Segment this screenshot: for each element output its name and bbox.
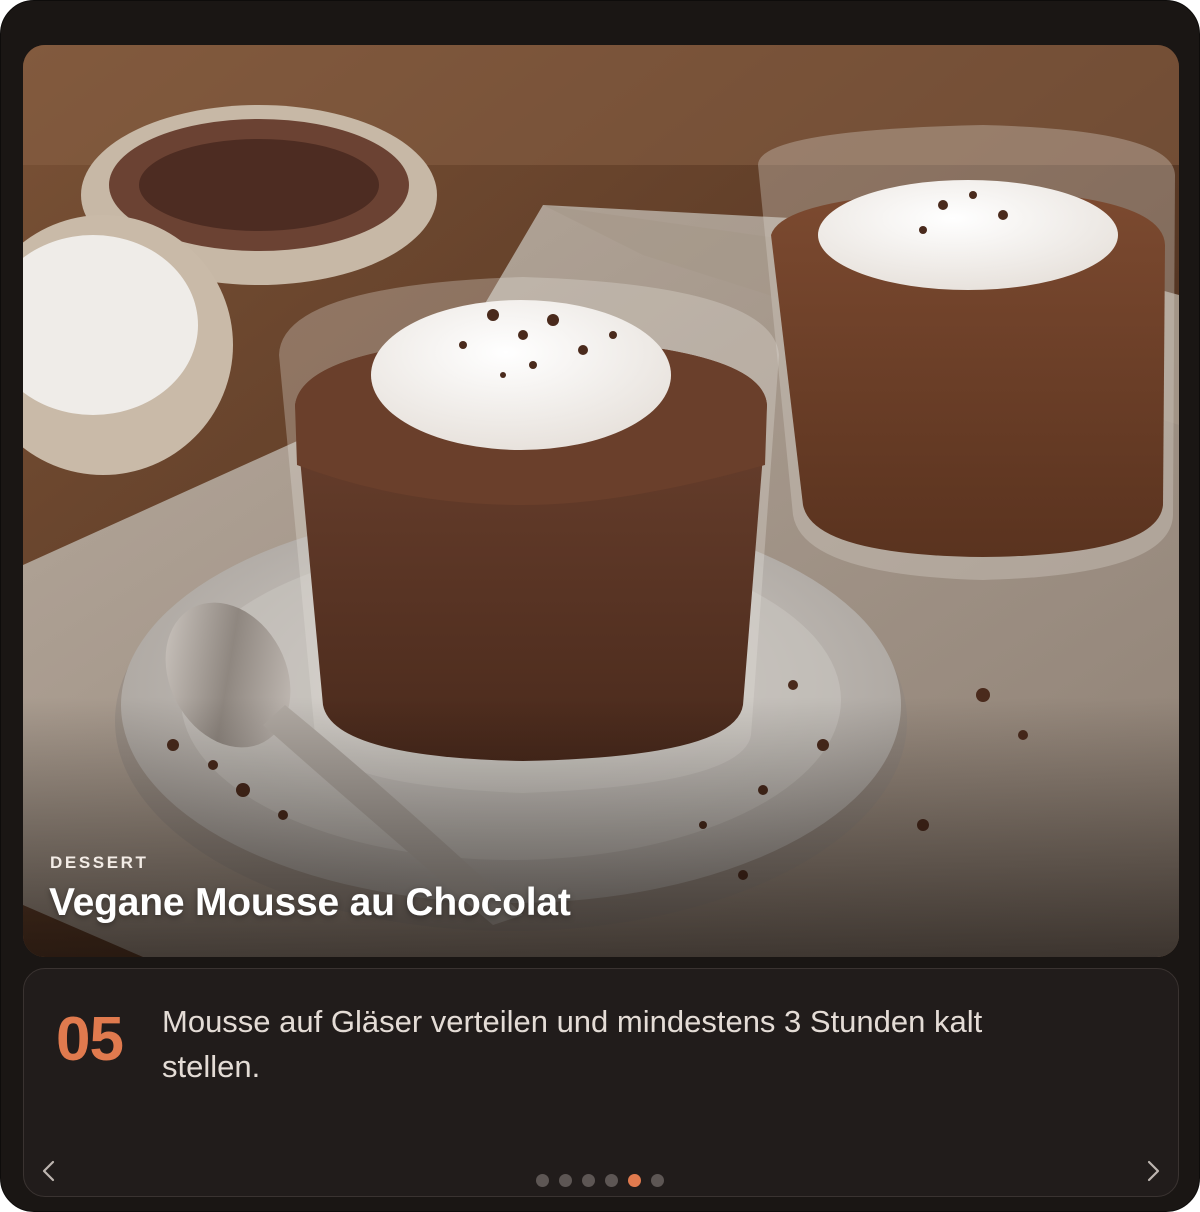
step-pagination xyxy=(536,1174,664,1187)
chevron-left-icon xyxy=(42,1160,55,1182)
next-step-button[interactable] xyxy=(1140,1159,1164,1183)
step-number: 05 xyxy=(56,1005,124,1074)
step-dot-3[interactable] xyxy=(582,1174,595,1187)
step-instruction: Mousse auf Gläser verteilen und mindeste… xyxy=(162,1004,983,1084)
recipe-step-viewer: DESSERT Vegane Mousse au Chocolat 05 Mou… xyxy=(0,0,1200,1212)
step-dot-4[interactable] xyxy=(605,1174,618,1187)
step-dot-1[interactable] xyxy=(536,1174,549,1187)
recipe-category: DESSERT xyxy=(50,853,149,872)
recipe-photo: DESSERT Vegane Mousse au Chocolat xyxy=(23,45,1179,957)
chevron-right-icon xyxy=(1147,1160,1160,1182)
step-card: 05 Mousse auf Gläser verteilen und minde… xyxy=(23,968,1179,1197)
step-dot-2[interactable] xyxy=(559,1174,572,1187)
previous-step-button[interactable] xyxy=(38,1159,62,1183)
step-dot-5[interactable] xyxy=(628,1174,641,1187)
step-dot-6[interactable] xyxy=(651,1174,664,1187)
recipe-title: Vegane Mousse au Chocolat xyxy=(49,881,571,924)
